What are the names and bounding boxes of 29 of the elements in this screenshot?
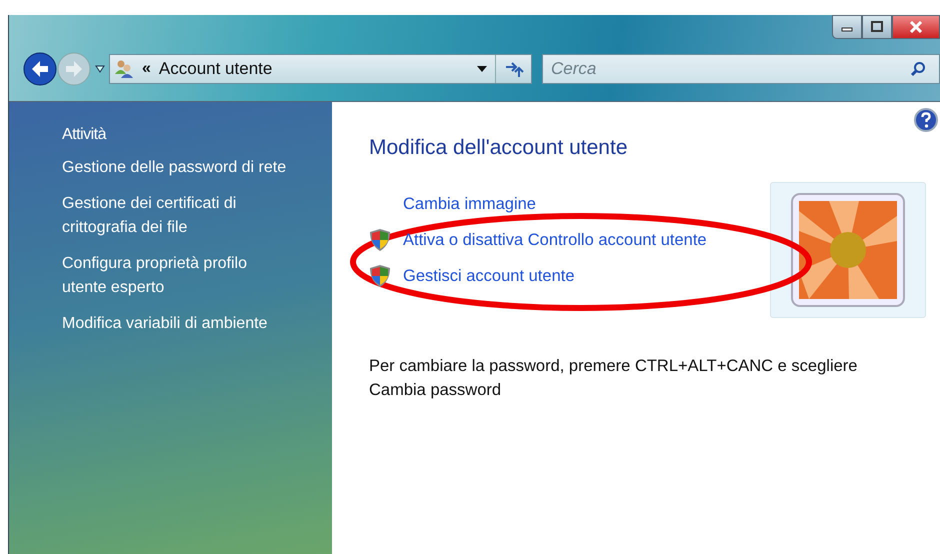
sidebar-link[interactable]: Configura proprietà profilo utente esperto (62, 252, 294, 300)
sidebar-link[interactable]: Gestione delle password di rete (62, 156, 286, 180)
address-bar[interactable]: « Account utente (109, 54, 532, 84)
sidebar-link[interactable]: Modifica variabili di ambiente (62, 312, 268, 336)
close-button[interactable] (892, 15, 940, 39)
search-icon[interactable] (910, 61, 926, 77)
task-link[interactable]: Attiva o disattiva Controllo account utente (403, 230, 707, 250)
password-hint: Per cambiare la password, premere CTRL+ALT+CANC e scegliere Cambia password (369, 356, 858, 401)
sidebar-heading: Attività (62, 126, 106, 144)
minimize-button[interactable] (832, 15, 862, 39)
task-link[interactable]: Cambia immagine (403, 194, 536, 214)
search-field[interactable]: Cerca (542, 54, 940, 84)
shield-icon (369, 228, 391, 252)
back-button[interactable] (23, 52, 57, 86)
close-icon (908, 21, 924, 33)
help-icon[interactable] (914, 108, 938, 132)
breadcrumb-location[interactable]: Account utente (158, 59, 469, 79)
task-link[interactable]: Gestisci account utente (403, 266, 575, 286)
shield-icon (369, 264, 391, 288)
breadcrumb-separator[interactable]: « (142, 60, 151, 78)
page-title: Modifica dell'account utente (369, 136, 629, 160)
maximize-icon (870, 21, 884, 33)
dropdown-arrow-icon[interactable] (477, 66, 487, 72)
refresh-arrows-icon (504, 60, 524, 78)
caret-icon (95, 65, 105, 73)
users-icon (114, 59, 134, 79)
sidebar-link[interactable]: Gestione dei certificati di crittografia dei file (62, 192, 294, 240)
maximize-button[interactable] (862, 15, 892, 39)
refresh-button[interactable] (495, 55, 531, 83)
